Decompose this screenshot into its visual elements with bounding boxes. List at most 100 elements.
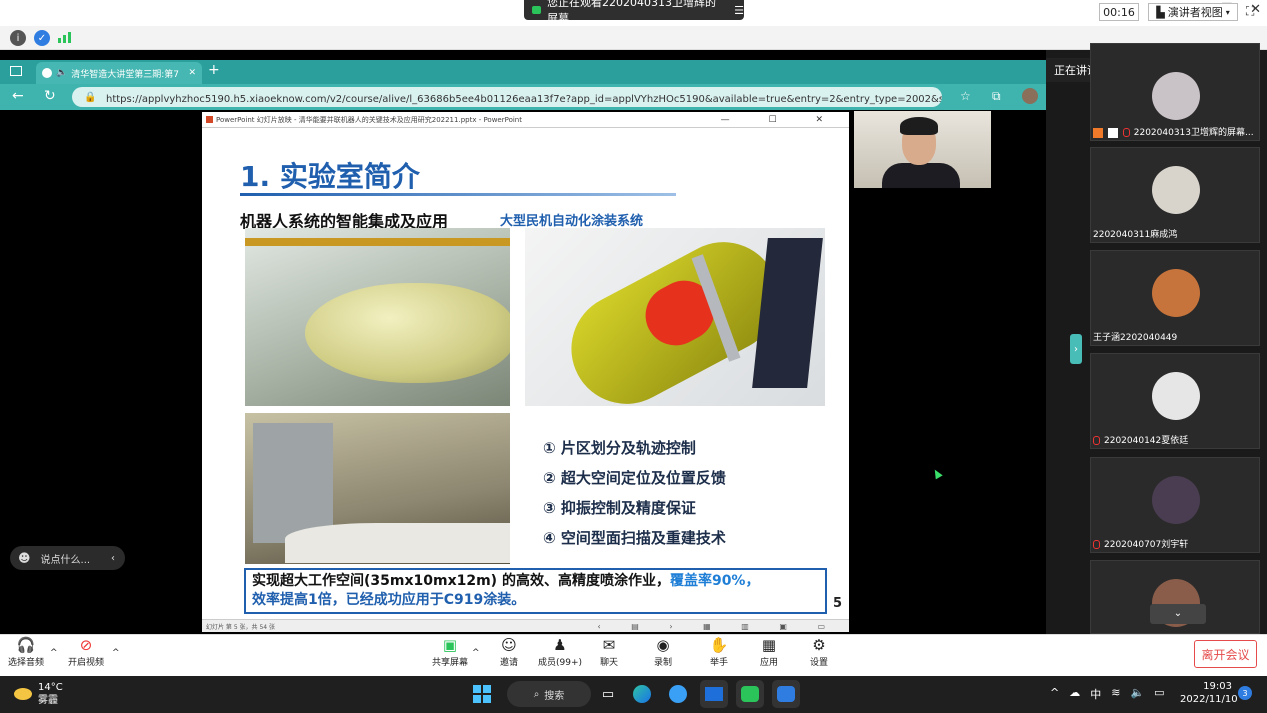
notification-badge[interactable]: 3 [1238, 686, 1252, 700]
wifi-icon[interactable]: ≋ [1111, 686, 1120, 702]
members-icon: ♟ [553, 636, 567, 654]
layout-icon: ▙ [1156, 5, 1165, 19]
share-menu-chevron-icon[interactable]: ^ [472, 648, 480, 658]
speaker-webcam [854, 111, 991, 188]
chat-placeholder: 说点什么... [40, 554, 91, 566]
mic-muted-icon [1093, 436, 1100, 445]
volume-icon[interactable]: 🔈 [1130, 686, 1144, 702]
refresh-icon[interactable]: ↻ [44, 88, 56, 104]
mic-muted-icon [1093, 540, 1100, 549]
shield-icon[interactable]: ✓ [34, 30, 50, 46]
browser-tab[interactable]: 🔈 清华智造大讲堂第三期:第7 ✕ [36, 62, 202, 84]
start-icon[interactable] [468, 680, 496, 708]
fullscreen-icon[interactable]: ⛶ [1246, 4, 1260, 18]
camera-off-icon: ⊘ [79, 636, 93, 654]
screen-icon [1107, 127, 1118, 138]
new-tab-icon[interactable]: + [208, 62, 220, 78]
audio-menu-chevron-icon[interactable]: ^ [50, 648, 58, 658]
bullet-3: ③ 抑振控制及精度保证 [543, 499, 696, 517]
menu-icon[interactable]: ☰ [734, 4, 744, 17]
participant-name: 王子涵2202040449 [1093, 333, 1178, 343]
mic-muted-icon [1122, 128, 1130, 137]
ppt-title-bar: PowerPoint 幻灯片放映 - 清华能要并联机器人的关键技术及应用研究20… [202, 112, 849, 128]
painting-simulation-render [525, 228, 825, 406]
chevron-left-icon[interactable]: ‹ [111, 553, 115, 564]
collections-icon[interactable]: ⧉ [992, 89, 1001, 104]
apps-icon: ▦ [761, 636, 777, 654]
back-icon[interactable]: ← [12, 88, 24, 104]
lock-icon: 🔒 [84, 91, 97, 103]
signal-icon[interactable] [58, 31, 72, 43]
leave-meeting-button[interactable]: 离开会议 [1194, 640, 1257, 668]
participant-tile[interactable]: 2202040142夏依廷 [1090, 353, 1260, 449]
taskbar-search[interactable]: ⌕ 搜索 [507, 681, 591, 707]
info-icon[interactable]: i [10, 30, 26, 46]
wechat-icon[interactable] [736, 680, 764, 708]
summary-text-b: 效率提高1倍，已经成功应用于C919涂装。 [252, 592, 526, 608]
bullet-4: ④ 空间型面扫描及重建技术 [543, 529, 726, 547]
system-tray[interactable]: ^ ☁ 中 ≋ 🔈 ▭ [1050, 686, 1165, 702]
members-button[interactable]: ♟ 成员(99+) [538, 637, 582, 668]
record-icon: ◉ [656, 636, 670, 654]
scroll-down-icon[interactable]: ⌄ [1150, 604, 1206, 624]
battery-icon[interactable]: ▭ [1154, 686, 1164, 702]
summary-text-a: 实现超大工作空间(35mx10mx12m) 的高效、高精度喷涂作业， [252, 573, 670, 589]
presenter-view-button[interactable]: ▙ 演讲者视图 ▾ [1148, 3, 1238, 21]
participant-name: 2202040311麻成鸿 [1093, 230, 1178, 240]
participant-tile[interactable]: 2202040311麻成鸿 [1090, 147, 1260, 243]
share-screen-button[interactable]: ▣ 共享屏幕 [432, 637, 468, 668]
favorites-icon[interactable]: ☆ [960, 89, 971, 103]
apps-button[interactable]: ▦ 应用 [758, 637, 780, 668]
participant-tile[interactable]: 王子涵2202040449 [1090, 250, 1260, 346]
chat-input[interactable]: ☻ 说点什么... ‹ [10, 546, 125, 570]
collapse-panel-button[interactable]: › [1070, 334, 1082, 364]
meeting-timer: 00:16 [1099, 3, 1139, 21]
audio-button[interactable]: 🎧 选择音频 [8, 637, 44, 668]
url-field[interactable]: 🔒 https://applvyhzhoc5190.h5.xiaoeknow.c… [72, 87, 942, 107]
tab-actions-icon[interactable] [10, 66, 22, 76]
participant-name: 2202040142夏依廷 [1093, 433, 1188, 446]
cloud-icon[interactable]: ☁ [1069, 686, 1080, 702]
share-notice[interactable]: 您正在观看2202040313卫增辉的屏幕 ☰ [524, 0, 744, 25]
search-icon: ⌕ [533, 688, 540, 700]
slide-count: 幻灯片 第 5 张，共 54 张 [206, 623, 275, 631]
video-button[interactable]: ⊘ 开启视频 [68, 637, 104, 668]
video-menu-chevron-icon[interactable]: ^ [112, 648, 120, 658]
summary-highlight: 覆盖率90%， [669, 573, 760, 589]
record-button[interactable]: ◉ 录制 [652, 637, 674, 668]
tab-title: 清华智造大讲堂第三期:第7 [71, 69, 179, 80]
screen: 您正在观看2202040313卫增辉的屏幕 ☰ — ❐ ✕ i ✓ 00:16 … [0, 0, 1267, 713]
ppt-window-controls: — ☐ ✕ [720, 114, 841, 125]
weather-widget[interactable]: 14°C 雾霾 [14, 681, 63, 707]
meeting-app-icon[interactable] [700, 680, 728, 708]
share-screen-icon: ▣ [442, 636, 458, 654]
feishu-icon[interactable] [772, 680, 800, 708]
favicon-icon [42, 68, 52, 78]
participant-name: 2202040707刘宇轩 [1093, 537, 1188, 550]
participant-tile[interactable]: 2202040313卫增辉的屏幕... [1090, 43, 1260, 141]
settings-button[interactable]: ⚙ 设置 [808, 637, 830, 668]
raise-hand-button[interactable]: ✋ 举手 [708, 637, 730, 668]
chat-button[interactable]: ✉ 聊天 [598, 637, 620, 668]
invite-icon: ☺ [501, 636, 517, 654]
slide-nav-controls[interactable]: ‹ ▤ › ▦ ▥ ▣ ▭ [598, 622, 839, 631]
qq-browser-icon[interactable] [664, 680, 692, 708]
task-view-icon[interactable]: ▭ [594, 680, 622, 708]
avatar [1152, 372, 1200, 420]
meeting-toolbar [0, 634, 1267, 676]
chevron-up-icon[interactable]: ^ [1050, 686, 1059, 702]
close-tab-icon[interactable]: ✕ [188, 68, 196, 78]
ime-indicator[interactable]: 中 [1090, 686, 1101, 702]
emoji-icon[interactable]: ☻ [18, 551, 31, 565]
invite-button[interactable]: ☺ 邀请 [498, 637, 520, 668]
speaker-icon: 🔈 [56, 68, 68, 78]
participant-tile[interactable]: 2202040707刘宇轩 [1090, 457, 1260, 553]
aircraft-fuselage-photo [245, 228, 510, 406]
profile-avatar[interactable] [1022, 88, 1038, 104]
summary-box: 实现超大工作空间(35mx10mx12m) 的高效、高精度喷涂作业，覆盖率90%… [244, 568, 827, 614]
edge-icon[interactable] [628, 680, 656, 708]
ppt-status-bar: 幻灯片 第 5 张，共 54 张 ‹ ▤ › ▦ ▥ ▣ ▭ [202, 619, 849, 632]
weather-icon [14, 688, 32, 700]
taskbar-clock[interactable]: 19:03 2022/11/10 [1180, 680, 1238, 706]
meeting-sub-bar [0, 26, 1267, 50]
